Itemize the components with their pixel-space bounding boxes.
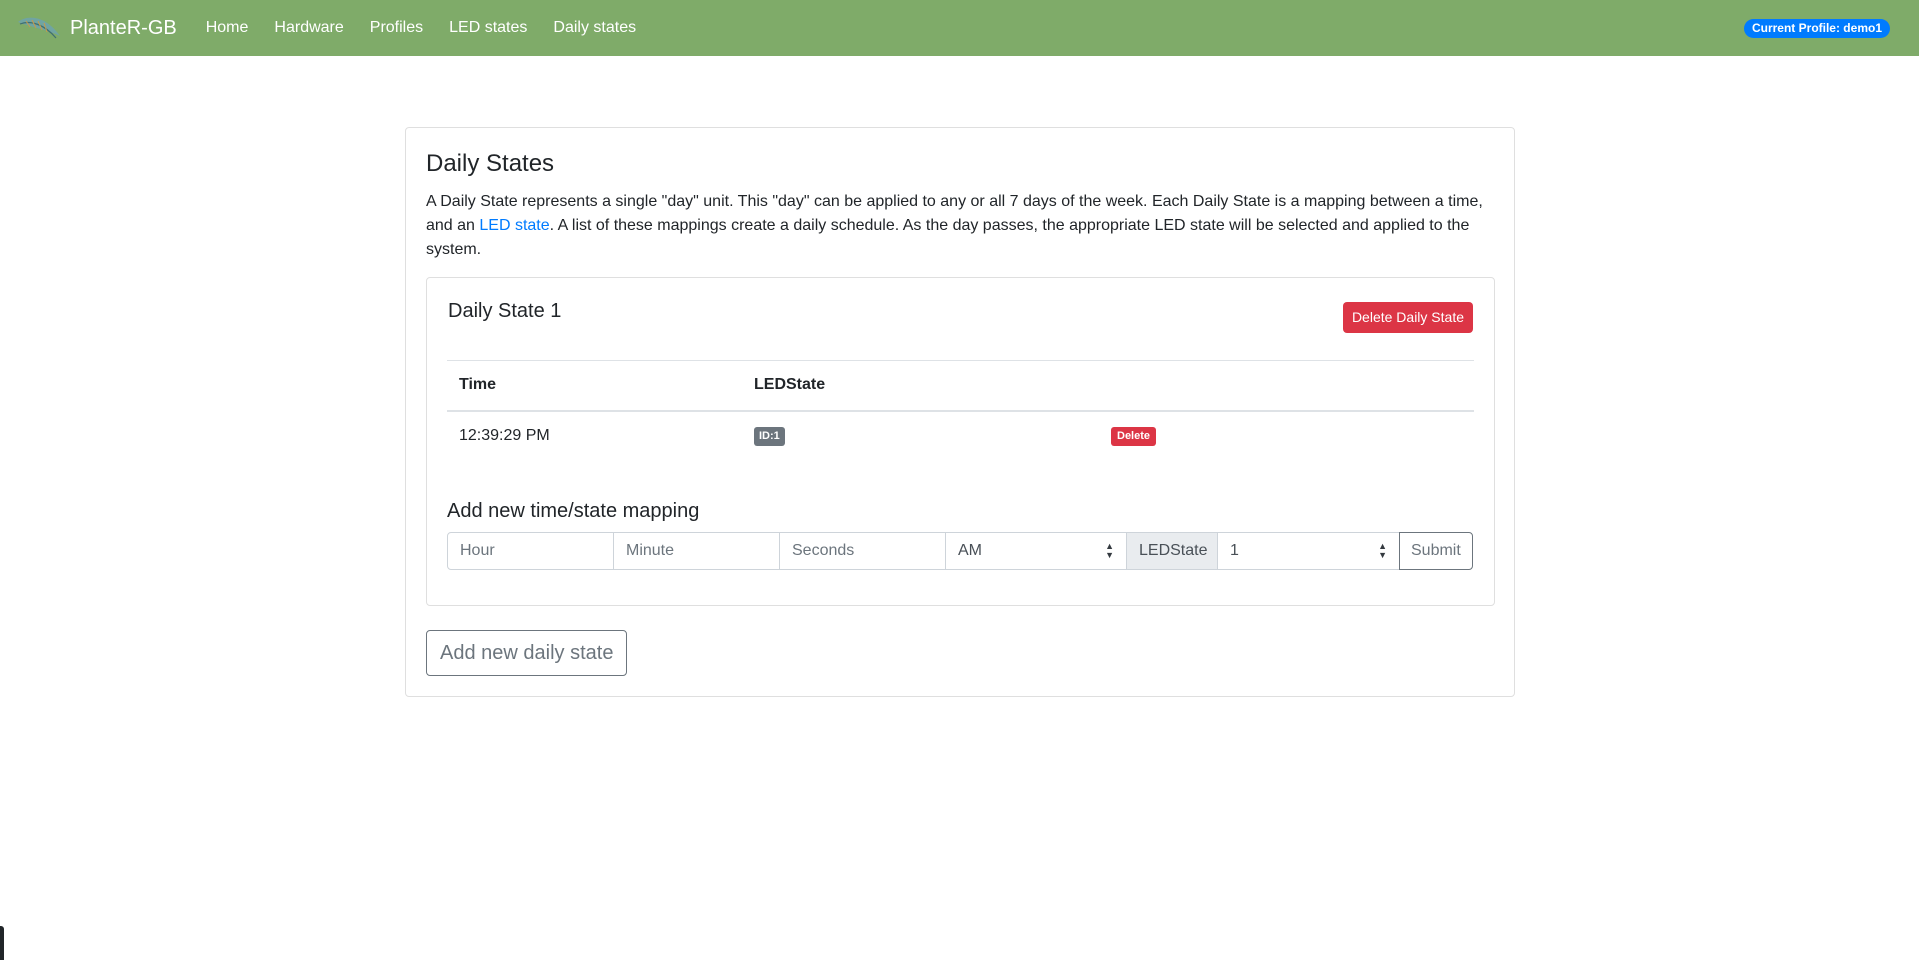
ledstate-value: 1: [1230, 542, 1239, 559]
led-state-link[interactable]: LED state: [479, 217, 549, 234]
ampm-select[interactable]: AM ▲ ▼: [945, 532, 1127, 570]
hour-input[interactable]: Hour: [447, 532, 614, 570]
table-header-row: Time LEDState: [447, 360, 1474, 412]
seconds-input[interactable]: Seconds: [779, 532, 946, 570]
page-title: Daily States: [426, 150, 555, 177]
current-profile-badge: Current Profile: demo1: [1743, 19, 1890, 38]
add-daily-state-button[interactable]: Add new daily state: [426, 630, 628, 676]
ledstate-cell: ID:1: [742, 411, 1099, 461]
intro-text: A Daily State represents a single "day" …: [426, 190, 1496, 262]
ledstate-label: LEDState: [1126, 532, 1218, 570]
nav-link-daily-states[interactable]: Daily states: [540, 0, 649, 56]
add-mapping-form: Hour Minute Seconds AM ▲ ▼ LEDState 1 ▲ ▼ …: [447, 532, 1475, 570]
nav-link-hardware[interactable]: Hardware: [261, 0, 356, 56]
nav-link-led-states[interactable]: LED states: [436, 0, 540, 56]
daily-state-card: Daily State 1 Delete Daily State Time LE…: [426, 277, 1495, 606]
action-cell: Delete: [1099, 411, 1474, 461]
add-mapping-title: Add new time/state mapping: [447, 500, 700, 522]
daily-state-title: Daily State 1: [448, 300, 562, 322]
ledstate-select[interactable]: 1 ▲ ▼: [1217, 532, 1400, 570]
ledstate-id-badge[interactable]: ID:1: [754, 427, 785, 446]
submit-button[interactable]: Submit: [1399, 532, 1473, 570]
corner-mark: [0, 926, 4, 960]
time-cell: 12:39:29 PM: [459, 427, 550, 444]
minute-input[interactable]: Minute: [613, 532, 780, 570]
mapping-table: Time LEDState 12:39:29 PM ID:1 Delete: [447, 360, 1474, 461]
delete-daily-state-button[interactable]: Delete Daily State: [1342, 302, 1473, 333]
daily-states-card: Daily States A Daily State represents a …: [405, 127, 1515, 697]
leaf-logo-icon: [18, 17, 60, 39]
select-caret-icon: ▲ ▼: [1378, 541, 1387, 560]
ampm-value: AM: [958, 542, 982, 559]
navbar: PlanteR-GB Home Hardware Profiles LED st…: [0, 0, 1919, 56]
brand-name[interactable]: PlanteR-GB: [70, 17, 177, 40]
nav-link-home[interactable]: Home: [193, 0, 262, 56]
column-header-actions: [1099, 360, 1474, 412]
nav-link-profiles[interactable]: Profiles: [357, 0, 436, 56]
delete-mapping-button[interactable]: Delete: [1111, 427, 1157, 446]
table-row: 12:39:29 PM ID:1 Delete: [447, 411, 1474, 461]
column-header-ledstate: LEDState: [742, 360, 1099, 412]
column-header-time: Time: [447, 360, 742, 412]
nav-links: Home Hardware Profiles LED states Daily …: [193, 0, 649, 56]
intro-text-part2: . A list of these mappings create a dail…: [426, 217, 1470, 258]
brand[interactable]: PlanteR-GB: [16, 12, 177, 44]
select-caret-icon: ▲ ▼: [1105, 541, 1114, 560]
